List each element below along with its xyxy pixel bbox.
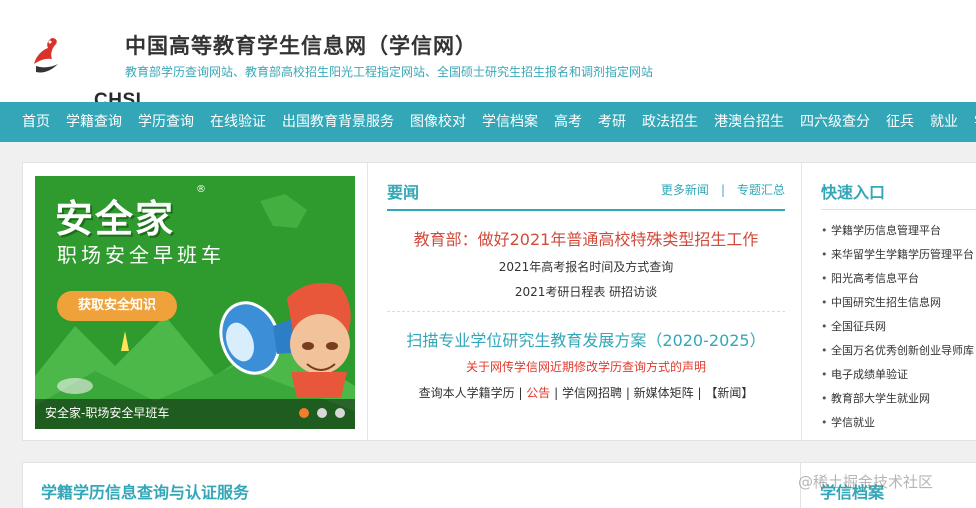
quick-entry-item[interactable]: 电子成绩单验证 bbox=[821, 363, 974, 387]
quick-entry-item[interactable]: 全国征兵网 bbox=[821, 315, 974, 339]
nav-item[interactable]: 就业 bbox=[922, 102, 966, 142]
news-tag-link[interactable]: 【新闻】 bbox=[705, 386, 753, 400]
nav-item[interactable]: 学职平台 bbox=[966, 102, 976, 142]
quick-entry-item[interactable]: 学籍学历信息管理平台 bbox=[821, 219, 974, 243]
nav-item[interactable]: 学信档案 bbox=[474, 102, 546, 142]
quick-entry-item[interactable]: 教育部大学生就业网 bbox=[821, 387, 974, 411]
headline-link[interactable]: 教育部：做好2021年普通高校特殊类型招生工作 bbox=[387, 226, 785, 250]
notice-link[interactable]: 关于网传学信网近期修改学历查询方式的声明 bbox=[387, 358, 785, 375]
quick-entry-item[interactable]: 全国万名优秀创新创业导师库 bbox=[821, 339, 974, 363]
media-matrix-link[interactable]: 新媒体矩阵 bbox=[634, 386, 694, 400]
news-heading: 要闻 bbox=[387, 183, 420, 202]
quick-entry-panel: 快速入口 学籍学历信息管理平台来华留学生学籍学历管理平台阳光高考信息平台中国研究… bbox=[802, 163, 976, 440]
quick-entry-heading: 快速入口 bbox=[821, 183, 886, 202]
news-underline bbox=[387, 209, 785, 211]
banner-registered-mark: ® bbox=[196, 184, 206, 195]
separator: | bbox=[622, 386, 634, 400]
banner-carousel[interactable]: 安全家 ® 职场安全早班车 获取安全知识 安全家-职场安全早班车 bbox=[35, 176, 355, 429]
query-service-heading: 学籍学历信息查询与认证服务 bbox=[41, 483, 250, 502]
nav-item[interactable]: 图像校对 bbox=[402, 102, 474, 142]
banner-caption: 安全家-职场安全早班车 bbox=[45, 406, 170, 420]
news-sublink-1[interactable]: 2021年高考报名时间及方式查询 bbox=[387, 258, 785, 275]
banner-title: 安全家 bbox=[55, 197, 176, 241]
nav-item[interactable]: 港澳台招生 bbox=[706, 102, 792, 142]
quick-entry-item[interactable]: 学信就业 bbox=[821, 411, 974, 435]
news-header-links: 更多新闻 | 专题汇总 bbox=[661, 181, 785, 198]
quick-entry-underline bbox=[821, 209, 976, 210]
bottom-card-left: 学籍学历信息查询与认证服务 bbox=[22, 462, 802, 508]
quick-entry-item[interactable]: 中国研究生招生信息网 bbox=[821, 291, 974, 315]
nav-item[interactable]: 四六级查分 bbox=[792, 102, 878, 142]
quick-entry-list: 学籍学历信息管理平台来华留学生学籍学历管理平台阳光高考信息平台中国研究生招生信息… bbox=[821, 219, 974, 435]
carousel-dot[interactable] bbox=[335, 408, 345, 418]
chsi-logo[interactable]: CHSI bbox=[30, 32, 141, 111]
nav-item[interactable]: 首页 bbox=[14, 102, 58, 142]
announcement-link[interactable]: 公告 bbox=[526, 386, 550, 400]
news-sublink-2[interactable]: 2021考研日程表 研招访谈 bbox=[387, 283, 785, 300]
news-bottom-links: 查询本人学籍学历 | 公告 | 学信网招聘 | 新媒体矩阵 | 【新闻】 bbox=[387, 384, 785, 401]
news-panel: 要闻 更多新闻 | 专题汇总 教育部：做好2021年普通高校特殊类型招生工作 202… bbox=[367, 163, 801, 440]
main-nav: 首页 学籍查询 学历查询 在线验证 出国教育背景服务 图像校对 学信档案 高考 考研 政法招生 港澳… bbox=[0, 102, 976, 142]
banner-slogan: 职场安全早班车 bbox=[57, 243, 225, 267]
news-dashed-divider bbox=[387, 311, 785, 312]
site-header: CHSI 中国高等教育学生信息网（学信网） 教育部学历查询网站、教育部高校招生阳… bbox=[0, 0, 976, 111]
nav-item[interactable]: 出国教育背景服务 bbox=[274, 102, 402, 142]
quick-entry-item[interactable]: 来华留学生学籍学历管理平台 bbox=[821, 243, 974, 267]
separator: | bbox=[514, 386, 527, 400]
nav-item[interactable]: 征兵 bbox=[878, 102, 922, 142]
carousel-dots bbox=[299, 408, 345, 418]
query-self-link[interactable]: 查询本人学籍学历 bbox=[419, 386, 515, 400]
separator: | bbox=[550, 386, 562, 400]
nav-item[interactable]: 在线验证 bbox=[202, 102, 274, 142]
nav-list: 首页 学籍查询 学历查询 在线验证 出国教育背景服务 图像校对 学信档案 高考 考研 政法招生 港澳… bbox=[14, 102, 976, 142]
separator: | bbox=[693, 386, 706, 400]
nav-item[interactable]: 学历查询 bbox=[130, 102, 202, 142]
top-card: 安全家 ® 职场安全早班车 获取安全知识 安全家-职场安全早班车 要闻 更多新闻… bbox=[22, 162, 976, 441]
recruitment-link[interactable]: 学信网招聘 bbox=[562, 386, 622, 400]
banner-cta-button[interactable]: 获取安全知识 bbox=[57, 291, 177, 321]
quick-entry-item[interactable]: 阳光高考信息平台 bbox=[821, 267, 974, 291]
nav-item[interactable]: 考研 bbox=[590, 102, 634, 142]
carousel-dot[interactable] bbox=[317, 408, 327, 418]
watermark: @稀土掘金技术社区 bbox=[798, 473, 934, 491]
topics-link[interactable]: 专题汇总 bbox=[737, 183, 785, 197]
more-news-link[interactable]: 更多新闻 bbox=[661, 183, 709, 197]
site-subtitle: 教育部学历查询网站、教育部高校招生阳光工程指定网站、全国硕士研究生招生报名和调剂… bbox=[125, 65, 654, 79]
headline-link-2[interactable]: 扫描专业学位研究生教育发展方案（2020-2025） bbox=[387, 327, 785, 351]
site-title: 中国高等教育学生信息网（学信网） bbox=[125, 34, 477, 58]
carousel-dot[interactable] bbox=[299, 408, 309, 418]
nav-item[interactable]: 政法招生 bbox=[634, 102, 706, 142]
chsi-bird-icon bbox=[34, 38, 58, 73]
nav-item[interactable]: 高考 bbox=[546, 102, 590, 142]
nav-item[interactable]: 学籍查询 bbox=[58, 102, 130, 142]
news-link-separator: | bbox=[720, 183, 725, 197]
